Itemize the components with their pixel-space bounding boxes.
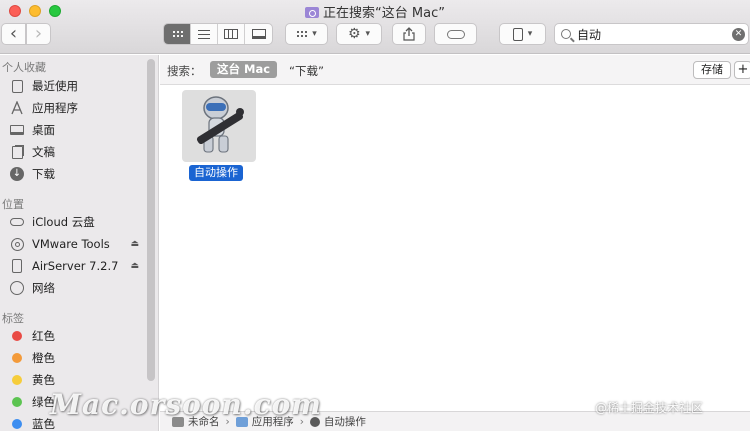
blue-tag-icon — [12, 419, 22, 429]
results-area: 自动操作 — [160, 86, 750, 410]
sidebar-scrollbar[interactable] — [147, 59, 155, 381]
save-search-button[interactable]: 存储 — [693, 61, 731, 79]
automator-icon — [196, 96, 244, 153]
downloads-icon: ↓ — [10, 167, 24, 181]
sidebar-item-label: VMware Tools — [32, 237, 110, 251]
grid-icon — [171, 29, 183, 39]
result-item-label[interactable]: 自动操作 — [189, 165, 243, 181]
column-view-button[interactable] — [218, 24, 245, 44]
sidebar-item-desktop[interactable]: 桌面 — [10, 120, 145, 140]
sidebar-item-tag-red[interactable]: 红色 — [10, 326, 145, 346]
sidebar-item-label: AirServer 7.2.7 — [32, 259, 119, 273]
sidebar-item-label: 网络 — [32, 281, 55, 295]
sidebar-header-favorites: 个人收藏 — [2, 61, 46, 74]
green-tag-icon — [12, 397, 22, 407]
list-icon — [198, 29, 210, 39]
desktop-icon — [10, 123, 24, 137]
sidebar-item-label: 橙色 — [32, 351, 55, 365]
sidebar-item-tag-yellow[interactable]: 黄色 — [10, 370, 145, 390]
recents-icon — [10, 79, 24, 93]
red-tag-icon — [12, 331, 22, 341]
search-scope-bar: 搜索： 这台 Mac “下载” 存储 + — [160, 55, 750, 85]
result-item-automator[interactable] — [182, 90, 256, 162]
sidebar-item-label: 最近使用 — [32, 79, 78, 93]
chevron-right-icon: › — [34, 23, 43, 44]
action-button[interactable]: ⚙ ▾ — [336, 23, 382, 45]
orange-tag-icon — [12, 353, 22, 363]
sidebar-item-applications[interactable]: 应用程序 — [10, 98, 145, 118]
sidebar-item-network[interactable]: 网络 — [10, 278, 145, 298]
sidebar-item-label: 桌面 — [32, 123, 55, 137]
list-view-button[interactable] — [191, 24, 218, 44]
chevron-down-icon: ▾ — [365, 29, 371, 39]
chevron-left-icon: ‹ — [9, 23, 18, 44]
share-icon — [403, 27, 415, 41]
add-criteria-button[interactable]: + — [734, 61, 750, 79]
group-by-button[interactable]: ▾ — [285, 23, 328, 45]
sidebar-item-label: 文稿 — [32, 145, 55, 159]
documents-icon — [10, 145, 24, 159]
search-input-text[interactable]: 自动 — [577, 26, 601, 43]
back-button[interactable]: ‹ — [1, 23, 26, 45]
disk-icon — [10, 259, 24, 273]
sidebar-item-recents[interactable]: 最近使用 — [10, 76, 145, 96]
eject-icon[interactable]: ⏏ — [130, 261, 139, 271]
quick-look-icon — [512, 27, 523, 41]
chevron-down-icon: ▾ — [312, 29, 317, 39]
chevron-down-icon: ▾ — [527, 29, 533, 39]
clear-search-icon[interactable]: ✕ — [732, 28, 745, 41]
sidebar-header-tags: 标签 — [2, 312, 24, 325]
gear-icon: ⚙ — [347, 26, 361, 42]
path-segment-automator[interactable]: 自动操作 — [324, 414, 366, 429]
watermark-side: @稀土掘金技术社区 — [595, 401, 704, 415]
window-title: 正在搜索“这台 Mac” — [0, 2, 750, 21]
sidebar: 个人收藏 最近使用 应用程序 桌面 文稿 ↓ 下载 位置 iCloud 云盘 V… — [0, 55, 159, 431]
watermark-main: Mac.orsoon.com — [50, 388, 322, 421]
sidebar-item-vmware-tools[interactable]: VMware Tools ⏏ — [10, 234, 145, 254]
sidebar-item-airserver[interactable]: AirServer 7.2.7 ⏏ — [10, 256, 145, 276]
sidebar-item-label: 下载 — [32, 167, 55, 181]
sidebar-item-label: 红色 — [32, 329, 55, 343]
gallery-view-button[interactable] — [245, 24, 272, 44]
scope-downloads-button[interactable]: “下载” — [289, 63, 324, 79]
sidebar-item-icloud[interactable]: iCloud 云盘 — [10, 212, 145, 232]
sidebar-item-documents[interactable]: 文稿 — [10, 142, 145, 162]
sidebar-item-label: 黄色 — [32, 373, 55, 387]
window-titlebar: 正在搜索“这台 Mac” ‹ › ▾ ⚙ ▾ ▾ 自动 ✕ — [0, 0, 750, 54]
network-icon — [10, 281, 24, 295]
scope-label: 搜索： — [167, 64, 202, 78]
quick-actions-button[interactable]: ▾ — [499, 23, 546, 45]
columns-icon — [224, 29, 238, 39]
search-icon — [561, 29, 571, 39]
icloud-icon — [10, 215, 24, 229]
gallery-icon — [251, 29, 266, 39]
sidebar-item-tag-orange[interactable]: 橙色 — [10, 348, 145, 368]
tag-icon — [446, 29, 465, 39]
share-button[interactable] — [392, 23, 426, 45]
tags-button[interactable] — [434, 23, 477, 45]
yellow-tag-icon — [12, 375, 22, 385]
disk-icon — [10, 237, 24, 251]
sidebar-item-label: iCloud 云盘 — [32, 215, 95, 229]
applications-icon — [10, 101, 24, 115]
window-title-text: 正在搜索“这台 Mac” — [323, 6, 445, 21]
icon-view-button[interactable] — [164, 24, 191, 44]
search-field[interactable]: 自动 ✕ — [554, 23, 749, 45]
view-mode-control — [163, 23, 273, 45]
eject-icon[interactable]: ⏏ — [130, 239, 139, 249]
sidebar-item-downloads[interactable]: ↓ 下载 — [10, 164, 145, 184]
forward-button[interactable]: › — [26, 23, 51, 45]
scope-this-mac-button[interactable]: 这台 Mac — [210, 61, 278, 78]
sidebar-header-locations: 位置 — [2, 198, 24, 211]
smart-folder-icon — [305, 7, 320, 18]
grid-icon — [296, 29, 308, 39]
sidebar-item-label: 应用程序 — [32, 101, 78, 115]
